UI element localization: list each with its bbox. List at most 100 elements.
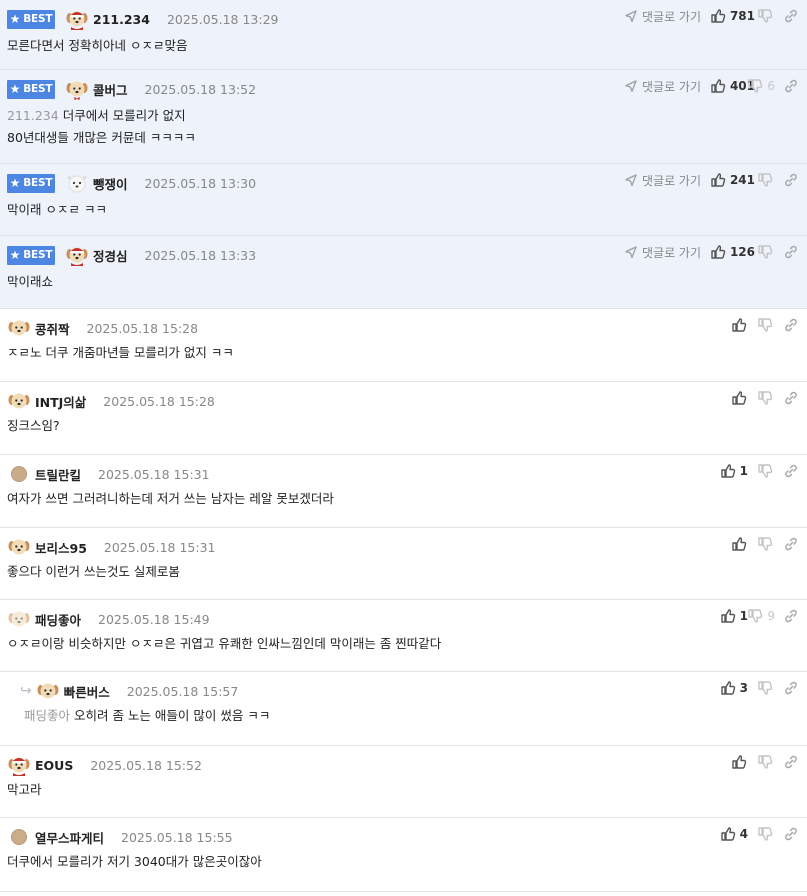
- comment-header: ★ BEST 211.234 2025.05.18 13:29: [7, 7, 279, 31]
- goto-reply-link[interactable]: 댓글로 가기: [624, 172, 701, 188]
- dislike-button[interactable]: 9: [747, 608, 775, 624]
- like-button[interactable]: 241: [710, 172, 755, 188]
- avatar[interactable]: [65, 77, 89, 101]
- comment-header: ★ BEST 콜버그 2025.05.18 13:52: [7, 77, 256, 101]
- dislike-button[interactable]: [757, 390, 773, 406]
- dislike-button[interactable]: 6: [747, 78, 775, 94]
- best-badge: ★ BEST: [7, 245, 55, 265]
- mention-nick[interactable]: 패딩좋아: [24, 708, 70, 723]
- link-icon: [783, 608, 799, 624]
- avatar[interactable]: [7, 462, 31, 486]
- thumbs-up-icon: [720, 608, 736, 624]
- mention-nick[interactable]: 211.234: [7, 108, 59, 123]
- dislike-button[interactable]: [757, 8, 773, 24]
- goto-reply-link[interactable]: 댓글로 가기: [624, 78, 701, 94]
- like-button[interactable]: 781: [710, 8, 755, 24]
- copy-link-button[interactable]: [783, 244, 799, 260]
- comment-header: 트릴란킬 2025.05.18 15:31: [7, 462, 210, 486]
- send-arrow-icon: [624, 245, 642, 259]
- copy-link-button[interactable]: [783, 608, 799, 624]
- copy-link-button[interactable]: [783, 78, 799, 94]
- like-button[interactable]: [731, 317, 747, 333]
- avatar[interactable]: [65, 7, 89, 31]
- nickname[interactable]: 패딩좋아: [35, 610, 81, 629]
- dislike-button[interactable]: [757, 463, 773, 479]
- nickname[interactable]: 211.234: [93, 12, 150, 27]
- like-button[interactable]: 1: [720, 608, 748, 624]
- dislike-button[interactable]: [757, 317, 773, 333]
- like-count: 781: [729, 9, 755, 23]
- like-count: 4: [739, 827, 748, 841]
- thumbs-down-icon: [757, 390, 773, 406]
- copy-link-button[interactable]: [783, 8, 799, 24]
- timestamp: 2025.05.18 13:52: [144, 81, 257, 97]
- thumbs-up-icon: [710, 8, 726, 24]
- goto-reply-label: 댓글로 가기: [641, 173, 701, 188]
- comment-line: 좋으다 이런거 쓰는것도 실제로봄: [7, 564, 180, 579]
- like-button[interactable]: [731, 536, 747, 552]
- goto-reply-link[interactable]: 댓글로 가기: [624, 8, 701, 24]
- avatar[interactable]: [7, 825, 31, 849]
- avatar[interactable]: [7, 753, 31, 777]
- nickname[interactable]: 열무스파게티: [35, 828, 104, 847]
- comment-actions: [607, 390, 807, 406]
- send-arrow-icon: [624, 9, 642, 23]
- avatar[interactable]: [7, 389, 31, 413]
- comment-body: ㅈㄹ노 더쿠 개줌마년들 모를리가 없지 ㅋㅋ: [7, 342, 234, 364]
- copy-link-button[interactable]: [783, 463, 799, 479]
- nickname[interactable]: 뺑쟁이: [93, 174, 128, 193]
- comment-line: 징크스임?: [7, 418, 60, 433]
- avatar[interactable]: [7, 607, 31, 631]
- copy-link-button[interactable]: [783, 680, 799, 696]
- avatar[interactable]: [7, 535, 31, 559]
- copy-link-button[interactable]: [783, 536, 799, 552]
- timestamp: 2025.05.18 15:31: [103, 539, 216, 555]
- nickname[interactable]: 콜버그: [93, 80, 128, 99]
- dislike-button[interactable]: [757, 680, 773, 696]
- dislike-button[interactable]: [757, 244, 773, 260]
- nickname[interactable]: 보리스95: [35, 538, 87, 557]
- dislike-button[interactable]: [757, 754, 773, 770]
- dislike-button[interactable]: [757, 826, 773, 842]
- avatar[interactable]: [65, 171, 89, 195]
- thumbs-up-icon: [710, 172, 726, 188]
- thumbs-up-icon: [731, 390, 747, 406]
- avatar[interactable]: [7, 316, 31, 340]
- timestamp: 2025.05.18 15:57: [126, 683, 239, 699]
- dislike-count: 9: [767, 609, 775, 623]
- goto-reply-label: 댓글로 가기: [641, 79, 701, 94]
- nickname[interactable]: INTJ의삶: [35, 392, 86, 411]
- comment-body: 여자가 쓰면 그러려니하는데 저거 쓰는 남자는 레알 못보겠더라: [7, 488, 334, 510]
- comment-body: 좋으다 이런거 쓰는것도 실제로봄: [7, 561, 180, 583]
- thumbs-up-icon: [720, 680, 736, 696]
- nickname[interactable]: 트릴란킬: [35, 465, 81, 484]
- copy-link-button[interactable]: [783, 390, 799, 406]
- best-badge-label: BEST: [23, 249, 53, 261]
- dislike-button[interactable]: [757, 536, 773, 552]
- like-button[interactable]: 126: [710, 244, 755, 260]
- copy-link-button[interactable]: [783, 826, 799, 842]
- comment-line: 패딩좋아 오히려 좀 노는 애들이 많이 썼음 ㅋㅋ: [24, 705, 270, 727]
- comment-actions: 댓글로 가기 781: [607, 8, 807, 24]
- avatar[interactable]: [36, 679, 60, 703]
- like-button[interactable]: 4: [720, 826, 748, 842]
- like-count: 241: [729, 173, 755, 187]
- star-icon: ★: [9, 176, 21, 190]
- like-button[interactable]: 3: [720, 680, 748, 696]
- nickname[interactable]: 정경심: [93, 246, 128, 265]
- copy-link-button[interactable]: [783, 754, 799, 770]
- nickname[interactable]: EOUS: [35, 758, 73, 773]
- star-icon: ★: [9, 82, 21, 96]
- avatar[interactable]: [65, 243, 89, 267]
- comment-header: ↪ 빠른버스 2025.05.18 15:57: [20, 679, 238, 703]
- link-icon: [783, 390, 799, 406]
- copy-link-button[interactable]: [783, 172, 799, 188]
- copy-link-button[interactable]: [783, 317, 799, 333]
- like-button[interactable]: 1: [720, 463, 748, 479]
- like-button[interactable]: [731, 754, 747, 770]
- dislike-button[interactable]: [757, 172, 773, 188]
- goto-reply-link[interactable]: 댓글로 가기: [624, 244, 701, 260]
- nickname[interactable]: 빠른버스: [64, 682, 110, 701]
- like-button[interactable]: [731, 390, 747, 406]
- nickname[interactable]: 콩쥐짝: [35, 319, 70, 338]
